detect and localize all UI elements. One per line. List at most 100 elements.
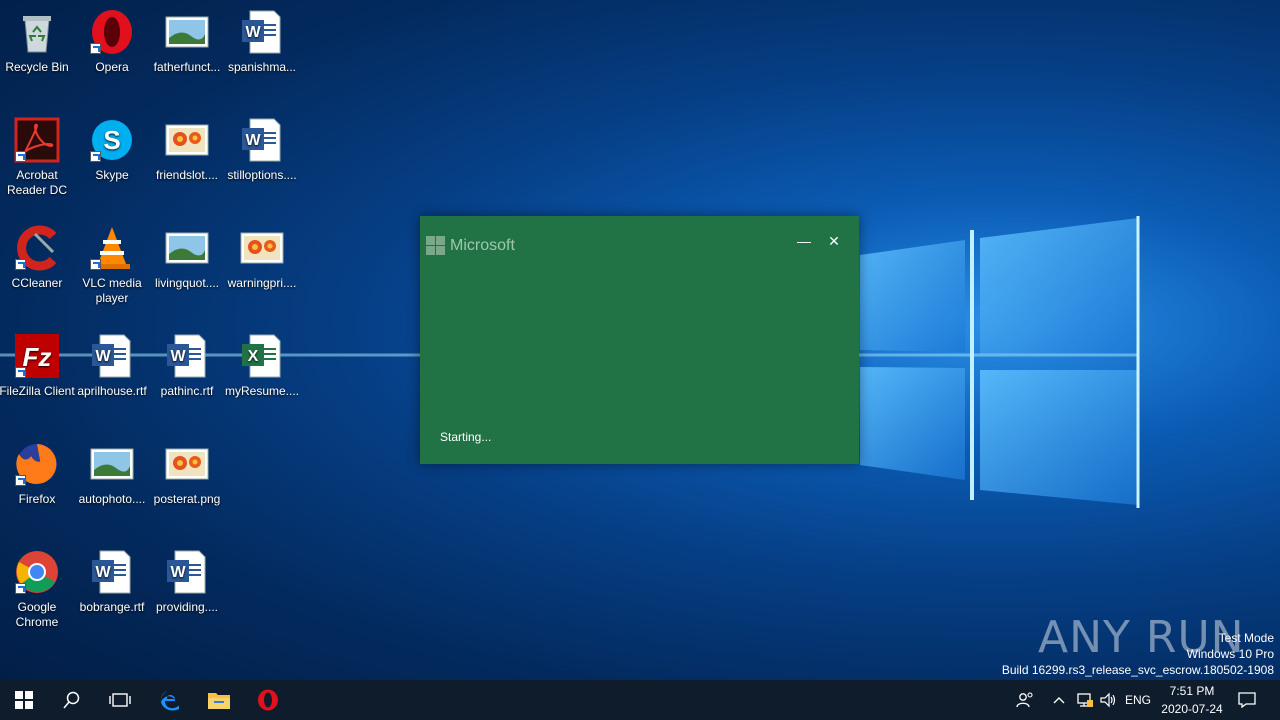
desktop-icon-posterat-png[interactable]: posterat.png [149,440,225,507]
task-view-icon [109,693,131,707]
shortcut-arrow-icon [15,475,26,486]
desktop-icon-aprilhouse-rtf[interactable]: Waprilhouse.rtf [74,332,150,399]
desktop-icon-ccleaner[interactable]: CCleaner [0,224,75,291]
task-view-button[interactable] [96,680,144,720]
desktop-icon-label: spanishma... [227,60,297,74]
clock-time: 7:51 PM [1169,684,1215,698]
shortcut-arrow-icon [15,367,26,378]
windows-edition-text: Windows 10 Pro [1186,647,1274,661]
desktop-icon-autophoto[interactable]: autophoto.... [74,440,150,507]
desktop-icon-skype[interactable]: S Skype [74,116,150,183]
action-center-button[interactable] [1232,680,1262,720]
shortcut-arrow-icon [90,43,101,54]
notification-icon [1238,692,1256,708]
network-button[interactable] [1074,680,1096,720]
svg-text:S: S [103,125,120,155]
desktop-icon-label: myResume.... [224,384,299,398]
show-hidden-icons-button[interactable] [1048,680,1070,720]
desktop-icon-providing[interactable]: Wproviding.... [149,548,225,615]
desktop-icon-label: Recycle Bin [5,60,69,74]
desktop-icon-opera[interactable]: Opera [74,8,150,75]
taskbar-file-explorer[interactable] [195,680,243,720]
start-button[interactable] [0,680,48,720]
search-icon [63,691,80,709]
word-document-icon: W [238,116,286,164]
taskbar-edge[interactable] [146,680,194,720]
ccleaner-icon [13,224,61,272]
splash-brand-label: Microsoft [450,236,515,254]
taskbar-opera[interactable] [244,680,292,720]
opera-icon [258,689,278,711]
desktop-icon-livingquot[interactable]: livingquot.... [149,224,225,291]
chrome-icon [13,548,61,596]
desktop-icon-fatherfunct[interactable]: fatherfunct... [149,8,225,75]
minimize-button[interactable]: — [791,232,817,250]
desktop-icon-spanishma[interactable]: Wspanishma... [224,8,300,75]
desktop-icon-stilloptions[interactable]: Wstilloptions.... [224,116,300,183]
acrobat-reader-icon [13,116,61,164]
close-button[interactable]: ✕ [821,232,847,250]
clock[interactable]: 7:51 PM 2020-07-24 [1152,682,1232,718]
desktop-icon-recycle-bin[interactable]: Recycle Bin [0,8,75,75]
build-text: Build 16299.rs3_release_svc_escrow.18050… [1001,663,1274,677]
edge-icon [160,691,179,711]
image-file-icon [88,440,136,488]
desktop-icon-label: posterat.png [153,492,221,506]
image-file-icon [163,8,211,56]
chevron-up-icon [1053,697,1065,704]
desktop-icon-label: Acrobat Reader DC [6,168,68,197]
recycle-bin-icon [13,8,61,56]
folder-icon [208,693,230,709]
desktop-icon-friendslot[interactable]: friendslot.... [149,116,225,183]
desktop-icon-label: FileZilla Client [0,384,75,398]
skype-icon: S [88,116,136,164]
search-button[interactable] [48,680,96,720]
people-icon [1016,692,1033,708]
desktop-icon-label: aprilhouse.rtf [77,384,147,398]
desktop-icon-filezilla-client[interactable]: Fz FileZilla Client [0,332,75,399]
desktop-icon-label: warningpri.... [227,276,297,290]
image-flower-icon [163,116,211,164]
image-flower-icon [163,440,211,488]
desktop-icon-acrobat-reader-dc[interactable]: Acrobat Reader DC [0,116,75,198]
desktop-icon-bobrange-rtf[interactable]: Wbobrange.rtf [74,548,150,615]
word-document-icon: W [238,8,286,56]
shortcut-arrow-icon [15,583,26,594]
desktop-icon-myresume[interactable]: XmyResume.... [224,332,300,399]
word-document-icon: W [88,548,136,596]
svg-text:W: W [245,132,261,149]
desktop-icon-label: CCleaner [11,276,63,290]
people-button[interactable] [1012,680,1038,720]
desktop-icon-label: autophoto.... [78,492,146,506]
volume-icon [1100,692,1116,708]
desktop-icon-label: fatherfunct... [153,60,221,74]
firefox-icon [13,440,61,488]
image-file-icon [163,224,211,272]
desktop-icon-vlc-media-player[interactable]: VLC media player [74,224,150,306]
office-splash-window: Microsoft — ✕ Starting... [420,216,859,464]
desktop-icon-pathinc-rtf[interactable]: Wpathinc.rtf [149,332,225,399]
network-icon [1077,693,1093,707]
svg-text:W: W [95,564,111,581]
volume-button[interactable] [1098,680,1120,720]
desktop-icon-warningpri[interactable]: warningpri.... [224,224,300,291]
input-language-button[interactable]: ENG [1122,680,1154,720]
shortcut-arrow-icon [90,151,101,162]
test-mode-text: Test Mode [1218,631,1274,645]
word-document-icon: W [163,332,211,380]
svg-text:W: W [95,348,111,365]
excel-document-icon: X [238,332,286,380]
desktop-icon-label: VLC media player [82,276,142,305]
svg-text:X: X [248,348,259,365]
svg-text:W: W [170,564,186,581]
desktop-icon-google-chrome[interactable]: Google Chrome [0,548,75,630]
desktop-icon-firefox[interactable]: Firefox [0,440,75,507]
vlc-icon [88,224,136,272]
microsoft-logo-icon [426,236,445,255]
opera-icon [88,8,136,56]
desktop-icon-label: livingquot.... [154,276,220,290]
splash-status-text: Starting... [440,430,492,444]
filezilla-icon: Fz [13,332,61,380]
desktop-icon-label: Skype [95,168,129,182]
taskbar: ENG 7:51 PM 2020-07-24 [0,680,1280,720]
